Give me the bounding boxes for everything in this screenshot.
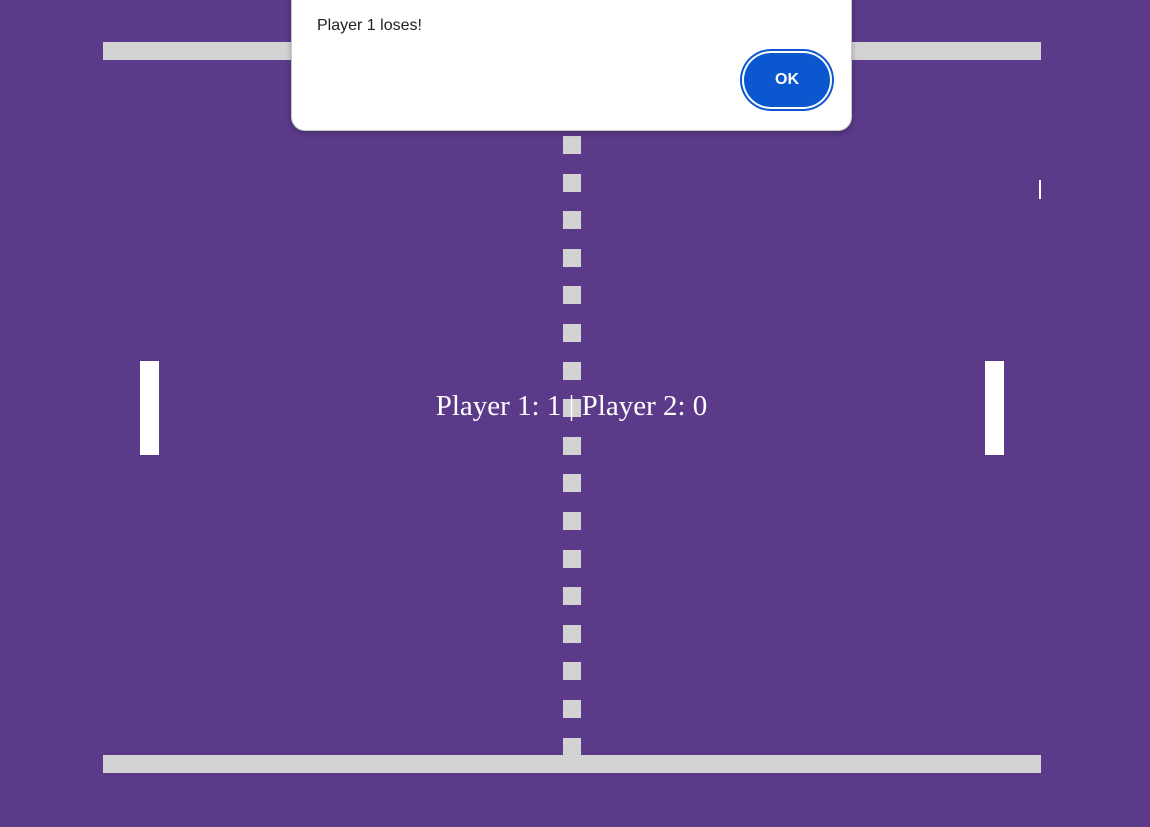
alert-message: Player 1 loses!	[317, 17, 422, 34]
net-dash	[563, 549, 581, 568]
score-display: Player 1: 1 | Player 2: 0	[435, 390, 708, 422]
net-dash	[563, 512, 581, 530]
net-dash	[563, 136, 581, 154]
net-dash	[563, 173, 581, 192]
net-dash	[563, 248, 581, 267]
net-dash	[563, 474, 581, 493]
alert-dialog: Player 1 loses! OK	[291, 0, 852, 131]
net-dash	[563, 662, 581, 681]
center-net	[562, 131, 582, 755]
net-dash	[563, 361, 581, 380]
bottom-wall	[103, 755, 1041, 773]
net-dash	[563, 624, 581, 643]
net-dash	[563, 436, 581, 455]
net-dash	[563, 286, 581, 305]
net-dash	[563, 324, 581, 342]
net-dash	[563, 737, 581, 755]
net-dash	[563, 587, 581, 606]
ball	[1039, 180, 1041, 199]
net-dash	[563, 700, 581, 718]
net-dash	[563, 211, 581, 230]
ok-button[interactable]: OK	[744, 53, 830, 107]
